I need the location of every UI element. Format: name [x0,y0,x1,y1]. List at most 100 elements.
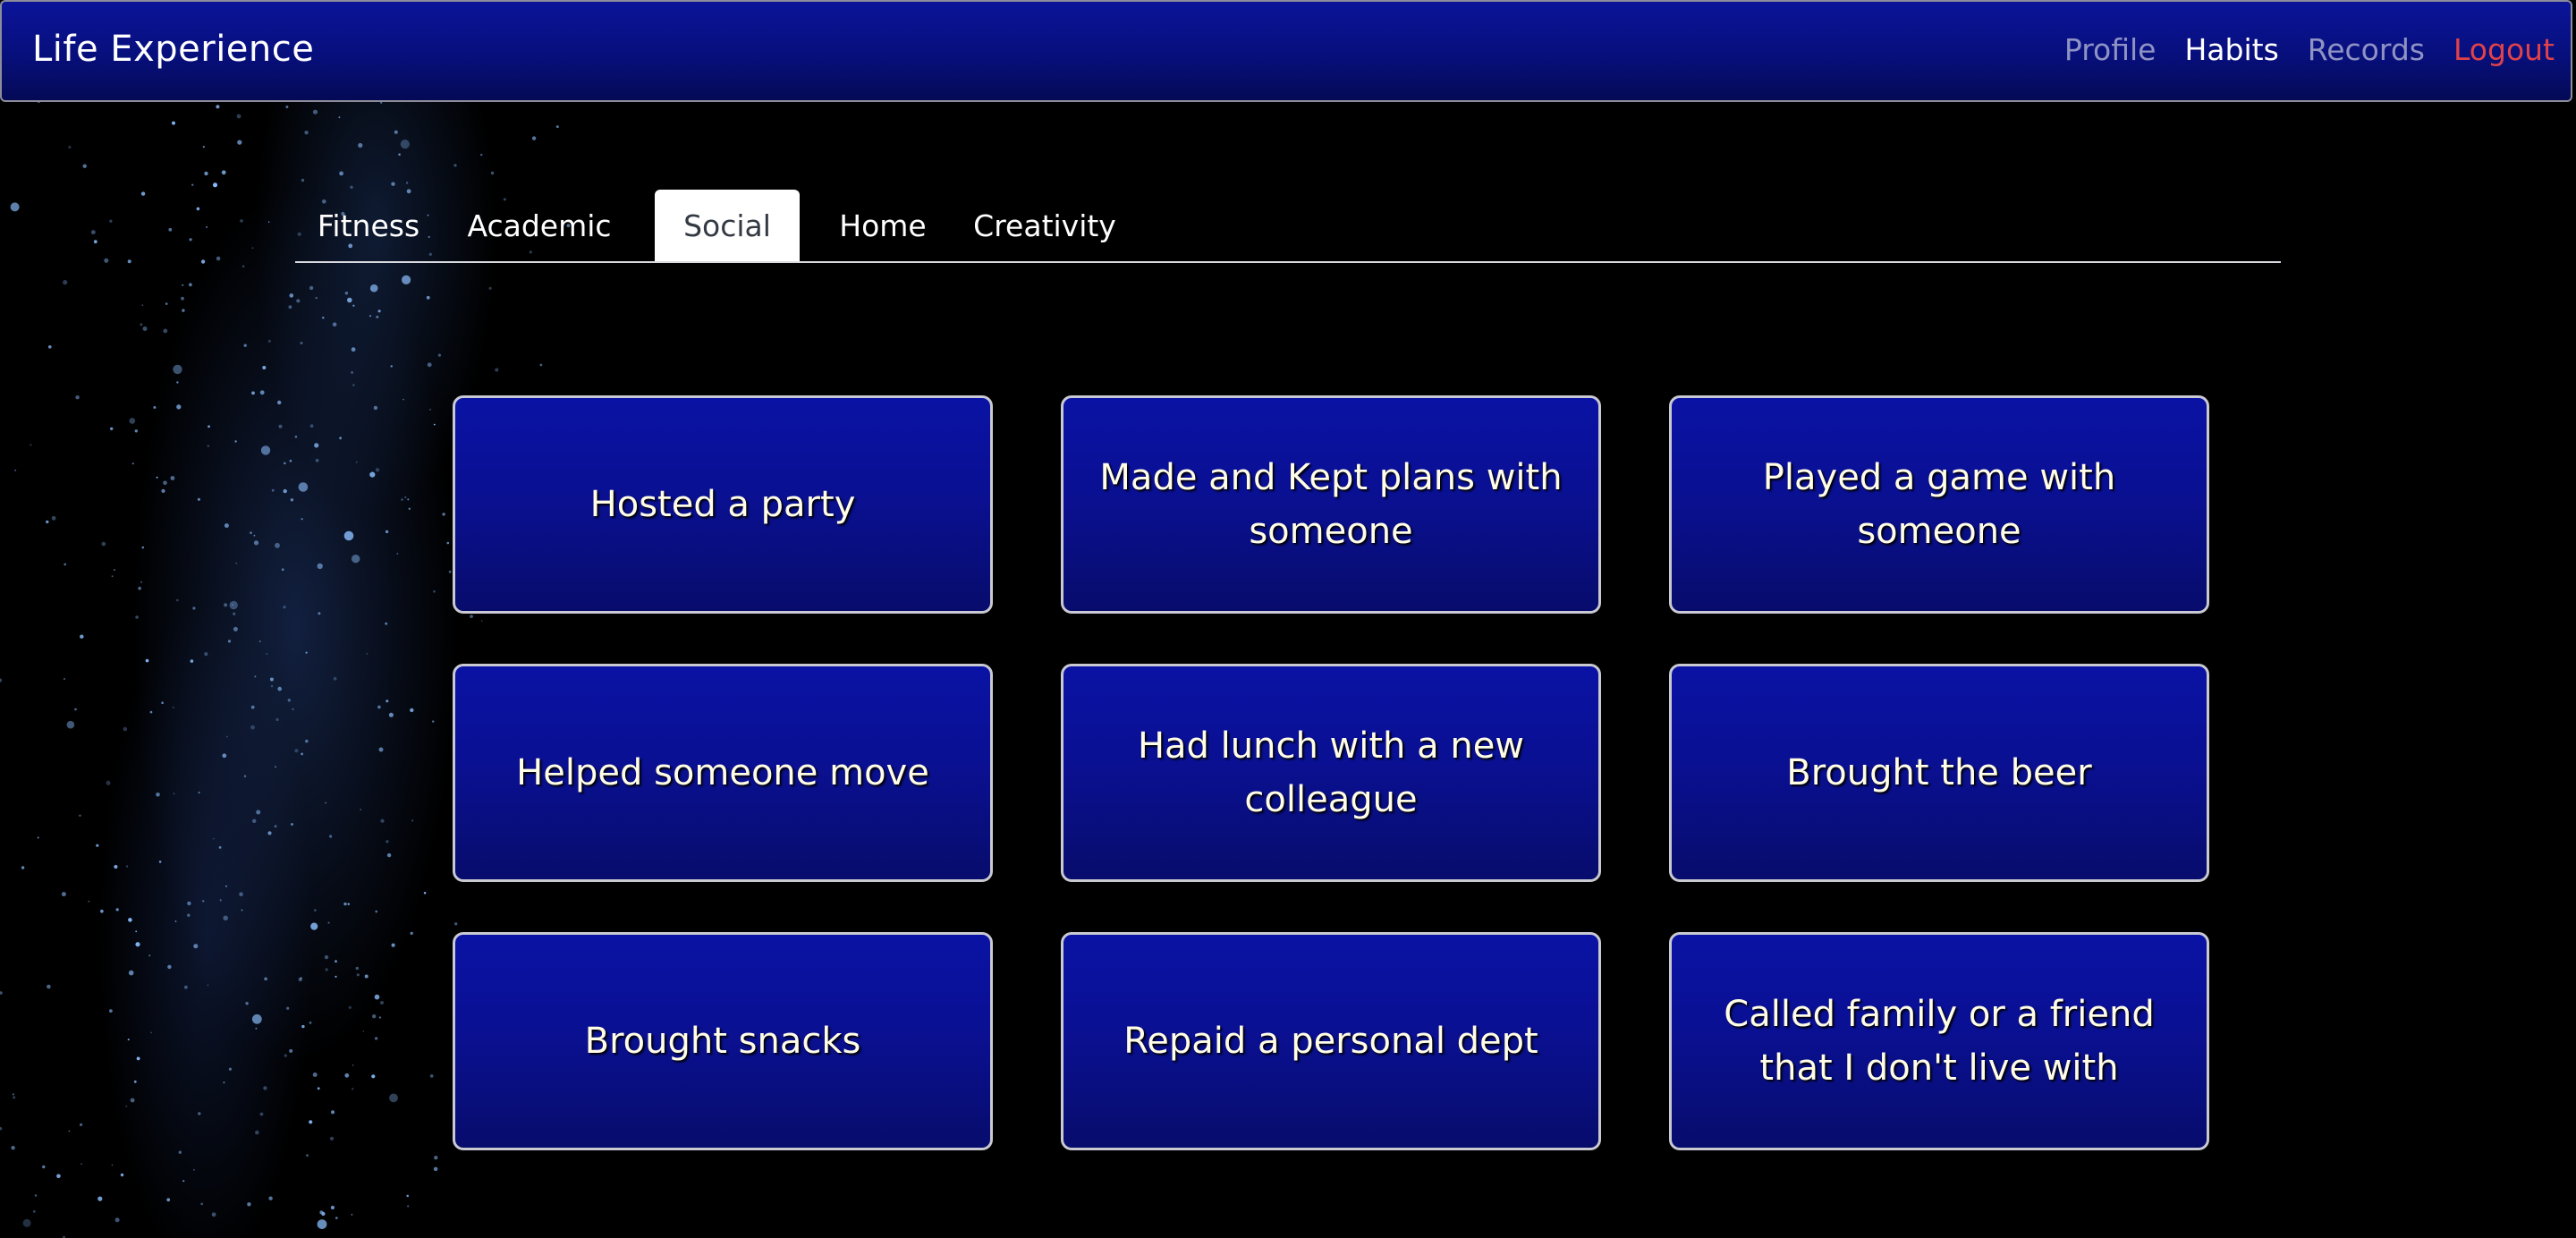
star [300,342,303,344]
star [141,304,144,307]
star [197,497,200,501]
star [404,496,407,499]
star [189,238,192,242]
star [202,900,205,903]
star [488,286,492,290]
star [283,606,286,609]
star [433,589,436,593]
nav-habits-link[interactable]: Habits [2184,32,2278,67]
habit-card[interactable]: Played a game with someone [1669,395,2209,614]
star [204,171,208,176]
star [207,445,209,447]
star [161,701,164,704]
star [46,520,49,524]
star [284,462,286,465]
tab-home[interactable]: Home [828,190,937,261]
star [352,1088,354,1090]
star [433,423,436,426]
star [93,240,97,244]
nav-profile-link[interactable]: Profile [2064,32,2157,67]
star [233,626,238,632]
star [240,219,243,223]
habit-card-label: Had lunch with a new colleague [1137,725,1525,820]
habit-card[interactable]: Brought snacks [453,932,993,1150]
tab-creativity[interactable]: Creativity [964,190,1125,261]
star [227,640,232,643]
star [267,831,272,835]
star [165,302,168,305]
star [150,1031,153,1034]
star [339,437,342,440]
star [211,1212,216,1217]
star [192,606,196,610]
star [305,739,309,743]
star [358,142,363,148]
habit-card[interactable]: Called family or a friend that I don't l… [1669,932,2209,1150]
star [66,720,75,729]
tab-social[interactable]: Social [655,190,800,261]
star [434,1156,438,1160]
star [408,507,411,510]
star [400,140,410,149]
nav-logout-link[interactable]: Logout [2453,32,2555,67]
star [253,540,259,546]
star [259,1112,264,1116]
brand-title[interactable]: Life Experience [32,29,314,70]
star [131,462,134,465]
star [187,901,191,906]
star [202,146,205,148]
star [126,865,129,868]
star [531,136,537,140]
star [376,315,379,318]
star [385,622,388,625]
star [14,469,17,471]
star [312,109,318,114]
star [429,409,431,411]
star [106,780,111,785]
star [251,391,255,395]
star [309,424,314,428]
star [134,429,138,433]
habit-card[interactable]: Helped someone move [453,664,993,882]
star [153,406,157,409]
star [0,991,3,995]
star [310,922,318,930]
star [101,541,106,547]
habit-card-label: Hosted a party [589,484,856,525]
habit-card[interactable]: Brought the beer [1669,664,2209,882]
star [97,1196,103,1201]
star [191,183,194,186]
star [309,1120,313,1124]
star [243,775,247,777]
tab-fitness[interactable]: Fitness [309,190,428,261]
star [75,395,80,400]
star [223,915,228,921]
star [317,563,323,570]
habit-card[interactable]: Made and Kept plans with someone [1061,395,1601,614]
star [263,1086,267,1090]
habit-card[interactable]: Repaid a personal dept [1061,932,1601,1150]
star [317,1219,327,1229]
star [170,476,175,480]
star [343,530,354,541]
tab-academic[interactable]: Academic [467,190,612,261]
star [176,404,182,410]
star [470,615,473,618]
star [277,686,283,691]
habit-card[interactable]: Hosted a party [453,395,993,614]
star [193,944,199,949]
star [96,844,99,847]
habit-card[interactable]: Had lunch with a new colleague [1061,664,1601,882]
star [56,1174,61,1179]
nav-records-link[interactable]: Records [2308,32,2425,67]
star [200,1202,204,1206]
star [380,818,385,823]
star [12,1093,14,1096]
star [330,1110,335,1115]
star [239,892,243,896]
star [330,1205,335,1210]
star [315,458,319,462]
star [355,966,360,971]
star [348,1005,352,1009]
star [377,310,381,313]
